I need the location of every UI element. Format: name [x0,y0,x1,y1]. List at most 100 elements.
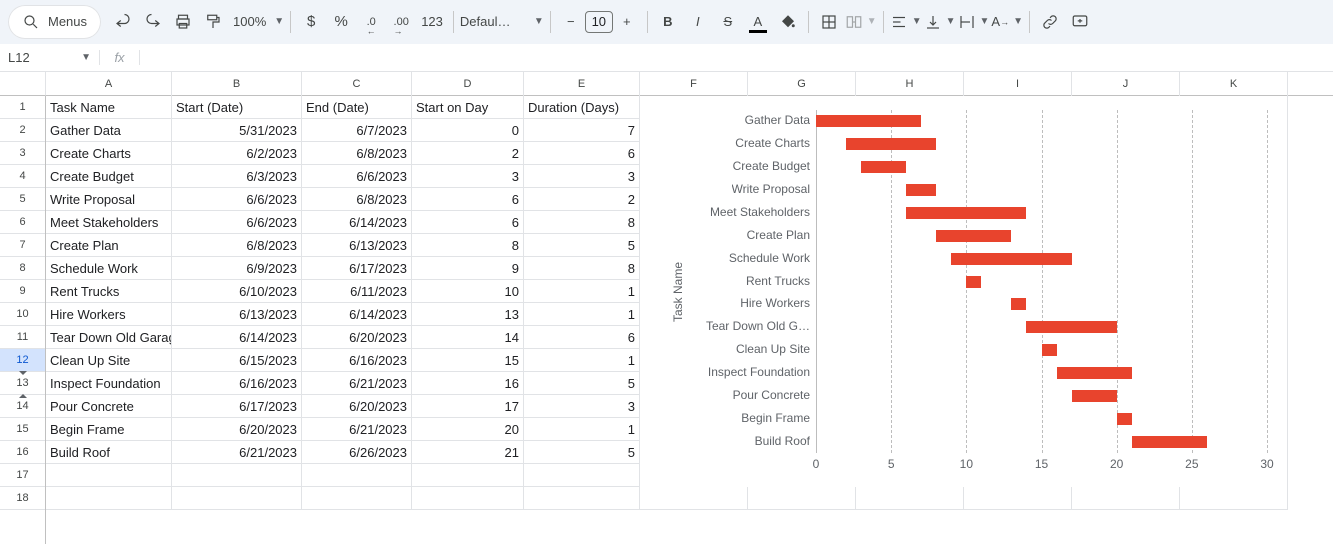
cell[interactable]: Begin Frame [46,418,172,441]
cell[interactable]: 6 [524,326,640,349]
cell[interactable] [46,487,172,510]
cell[interactable]: Create Budget [46,165,172,188]
row-header[interactable]: 12 [0,349,45,372]
cell[interactable]: 6/20/2023 [172,418,302,441]
cell[interactable] [1072,487,1180,510]
cell[interactable]: 6/21/2023 [302,418,412,441]
borders-button[interactable] [815,8,843,36]
cell[interactable]: 6/15/2023 [172,349,302,372]
cell[interactable]: 6/6/2023 [172,211,302,234]
cell[interactable]: 8 [524,257,640,280]
cell[interactable]: 6/9/2023 [172,257,302,280]
cell[interactable]: 5 [524,372,640,395]
name-box[interactable]: L12 ▼ [0,50,100,65]
cell[interactable] [46,464,172,487]
format-percent-button[interactable]: % [327,8,355,36]
cell[interactable]: 1 [524,349,640,372]
cell[interactable]: Schedule Work [46,257,172,280]
cell[interactable]: 14 [412,326,524,349]
cell[interactable]: 3 [524,395,640,418]
cell[interactable]: 6/6/2023 [172,188,302,211]
row-header[interactable]: 7 [0,234,45,257]
row-header[interactable]: 10 [0,303,45,326]
row-header[interactable]: 11 [0,326,45,349]
fill-color-button[interactable] [774,8,802,36]
row-header[interactable]: 6 [0,211,45,234]
cell[interactable]: 1 [524,280,640,303]
cell[interactable]: 6/14/2023 [172,326,302,349]
row-header[interactable]: 9 [0,280,45,303]
cell[interactable]: 6/21/2023 [302,372,412,395]
cell[interactable]: 5/31/2023 [172,119,302,142]
select-all-corner[interactable] [0,72,46,96]
cell[interactable]: Tear Down Old Garage [46,326,172,349]
column-header[interactable]: F [640,72,748,96]
row-header[interactable]: 1 [0,96,45,119]
print-button[interactable] [169,8,197,36]
increase-decimal-button[interactable]: .00→ [387,8,415,36]
text-color-button[interactable]: A [744,8,772,36]
column-header[interactable]: D [412,72,524,96]
column-header[interactable]: A [46,72,172,96]
cell[interactable]: 1 [524,303,640,326]
cell[interactable]: 5 [524,441,640,464]
cell[interactable]: 6 [524,142,640,165]
row-header[interactable]: 14 [0,395,45,418]
more-formats-button[interactable]: 123 [417,8,447,36]
increase-font-size-button[interactable]: + [613,8,641,36]
cell[interactable] [856,487,964,510]
insert-link-button[interactable] [1036,8,1064,36]
row-header[interactable]: 16 [0,441,45,464]
cell[interactable]: 17 [412,395,524,418]
cell[interactable]: 13 [412,303,524,326]
row-header[interactable]: 13 [0,372,45,395]
cells-area[interactable]: Task NameStart (Date)End (Date)Start on … [46,96,1333,544]
row-header[interactable]: 4 [0,165,45,188]
cell[interactable]: 6/6/2023 [302,165,412,188]
column-header[interactable]: J [1072,72,1180,96]
cell[interactable]: 3 [412,165,524,188]
cell[interactable]: Task Name [46,96,172,119]
row-header[interactable]: 3 [0,142,45,165]
cell[interactable]: Write Proposal [46,188,172,211]
cell[interactable] [524,487,640,510]
cell[interactable]: 1 [524,418,640,441]
cell[interactable] [172,464,302,487]
cell[interactable]: 15 [412,349,524,372]
column-header[interactable]: I [964,72,1072,96]
strikethrough-button[interactable]: S [714,8,742,36]
cell[interactable]: 6/20/2023 [302,395,412,418]
cell[interactable]: 6/16/2023 [302,349,412,372]
cell[interactable]: 6/7/2023 [302,119,412,142]
cell[interactable]: Clean Up Site [46,349,172,372]
cell[interactable]: Meet Stakeholders [46,211,172,234]
menus-button[interactable]: Menus [8,5,101,39]
cell[interactable]: 6 [412,188,524,211]
row-header[interactable]: 5 [0,188,45,211]
redo-button[interactable] [139,8,167,36]
cell[interactable]: Duration (Days) [524,96,640,119]
undo-button[interactable] [109,8,137,36]
cell[interactable] [964,487,1072,510]
bold-button[interactable]: B [654,8,682,36]
cell[interactable]: 3 [524,165,640,188]
cell[interactable]: Rent Trucks [46,280,172,303]
row-header[interactable]: 2 [0,119,45,142]
cell[interactable]: 6/17/2023 [172,395,302,418]
cell[interactable]: 6 [412,211,524,234]
cell[interactable]: Start on Day [412,96,524,119]
row-header[interactable]: 18 [0,487,45,510]
zoom-dropdown[interactable]: 100% ▼ [229,8,284,36]
cell[interactable]: Create Plan [46,234,172,257]
cell[interactable]: Create Charts [46,142,172,165]
cell[interactable]: 6/14/2023 [302,211,412,234]
cell[interactable]: 6/8/2023 [302,188,412,211]
cell[interactable]: 6/11/2023 [302,280,412,303]
cell[interactable]: 5 [524,234,640,257]
chart[interactable]: Task Name Gather DataCreate ChartsCreate… [640,96,1288,487]
cell[interactable]: 6/17/2023 [302,257,412,280]
column-header[interactable]: G [748,72,856,96]
cell[interactable] [302,464,412,487]
cell[interactable] [748,487,856,510]
cell[interactable]: 6/14/2023 [302,303,412,326]
